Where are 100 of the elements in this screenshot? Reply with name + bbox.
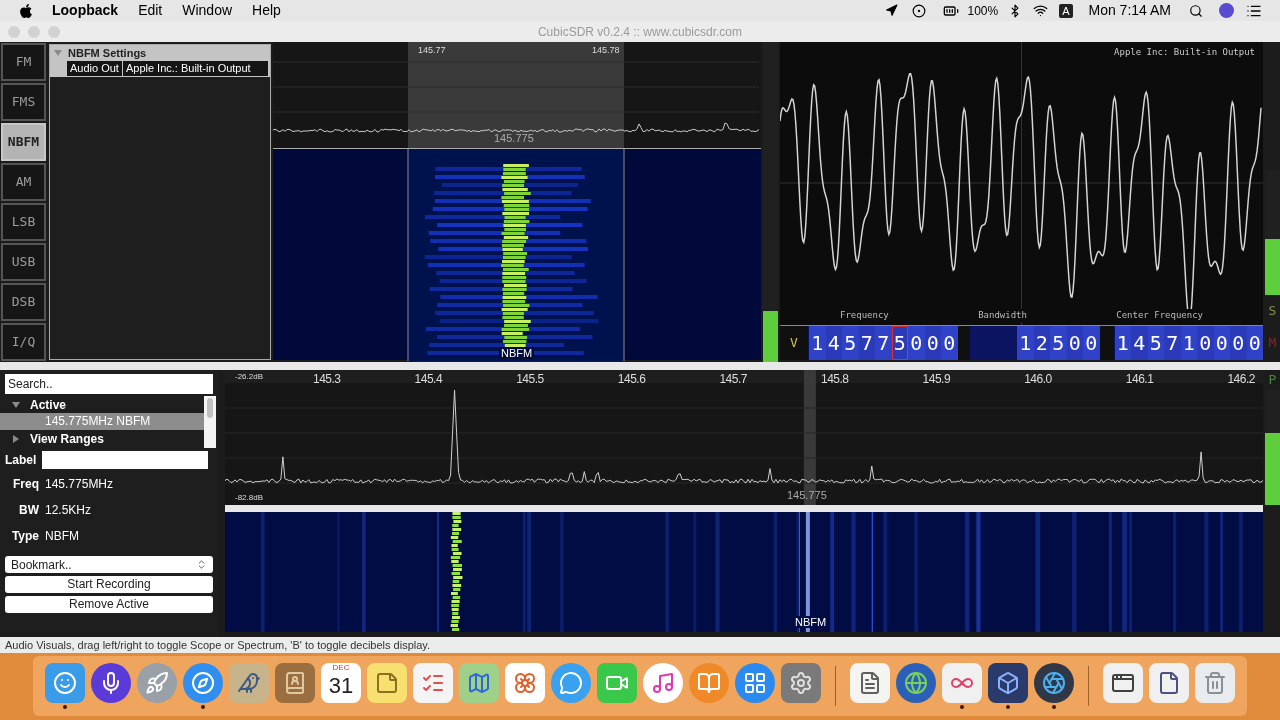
setting-label: Audio Out xyxy=(67,61,122,76)
frequency-tick-label: 145.4 xyxy=(414,371,443,388)
select-value: Bookmark.. xyxy=(11,556,72,574)
compass-icon[interactable] xyxy=(183,663,223,703)
tuner-digit[interactable]: 0 xyxy=(1197,326,1214,360)
mode-button[interactable]: LSB xyxy=(1,203,46,241)
smiley-face-icon[interactable] xyxy=(45,663,85,703)
mode-button[interactable]: FM xyxy=(1,43,46,81)
apple-icon[interactable] xyxy=(18,2,34,19)
microphone-icon[interactable] xyxy=(91,663,131,703)
window-title: CubicSDR v0.2.4 :: www.cubicsdr.com xyxy=(536,23,744,41)
disclosure-triangle-icon[interactable] xyxy=(12,434,20,443)
tuner-digit[interactable]: 0 xyxy=(941,326,958,360)
calendar-icon[interactable]: DEC 31 xyxy=(321,663,361,703)
main-waterfall[interactable]: NBFM xyxy=(225,512,1263,632)
frequency-tick-label: 145.7 xyxy=(719,371,747,388)
setting-value[interactable]: Apple Inc.: Built-in Output xyxy=(122,61,268,76)
tuner-digit[interactable]: 1 xyxy=(1017,326,1034,360)
menu-app-name[interactable]: Loopback xyxy=(52,0,119,21)
menu-item[interactable]: Window xyxy=(182,0,233,21)
input-source-badge[interactable]: A xyxy=(1059,3,1073,18)
mode-button[interactable]: DSB xyxy=(1,283,46,321)
bird-icon[interactable] xyxy=(229,663,269,703)
detail-value: NBFM xyxy=(45,527,79,545)
open-book-icon[interactable] xyxy=(689,663,729,703)
detail-value: 145.775MHz xyxy=(45,475,114,493)
sticky-note-icon[interactable] xyxy=(367,663,407,703)
tuner-digit[interactable]: 1 xyxy=(809,326,826,360)
colorful-orb-icon[interactable] xyxy=(1219,3,1234,18)
document-icon[interactable] xyxy=(850,663,890,703)
tuner-digit[interactable]: 7 xyxy=(1164,326,1181,360)
tuner-digit[interactable]: 0 xyxy=(908,326,925,360)
record-icon[interactable] xyxy=(912,3,927,18)
tuner-digit[interactable]: 5 xyxy=(842,326,859,360)
mode-button[interactable]: I/Q xyxy=(1,323,46,361)
cube-icon[interactable] xyxy=(988,663,1028,703)
speech-bubble-icon[interactable] xyxy=(551,663,591,703)
action-button[interactable]: Start Recording xyxy=(5,576,213,593)
music-note-icon[interactable] xyxy=(643,663,683,703)
tuner-digit[interactable]: 0 xyxy=(1230,326,1247,360)
frequency-tick-label: 145.5 xyxy=(516,371,544,388)
mode-button[interactable]: NBFM xyxy=(1,123,46,161)
frequency-tick-label: 146.0 xyxy=(1024,371,1052,388)
aperture-icon[interactable] xyxy=(1034,663,1074,703)
audio-scope[interactable]: Apple Inc: Built-in Output Frequency Bandwidth Center Frequency xyxy=(780,42,1263,325)
rings-icon[interactable] xyxy=(942,663,982,703)
tuner-digit[interactable]: 1 xyxy=(1114,326,1131,360)
settings-header[interactable]: NBFM Settings xyxy=(50,45,270,61)
calendar-day: 31 xyxy=(328,673,354,699)
tuner-digit[interactable]: 7 xyxy=(875,326,892,360)
trash-icon[interactable] xyxy=(1195,663,1235,703)
tuner-field-label: Bandwidth xyxy=(978,308,1027,322)
menu-item[interactable]: Edit xyxy=(138,0,163,21)
tuner-digit[interactable]: 5 xyxy=(1050,326,1067,360)
window-thumbnail-icon[interactable] xyxy=(1103,663,1143,703)
settings-icon[interactable] xyxy=(781,663,821,703)
label-input-field[interactable] xyxy=(42,451,208,469)
disclosure-triangle-icon[interactable] xyxy=(12,400,20,409)
grid-icon[interactable] xyxy=(735,663,775,703)
tuner-mode-label[interactable]: V xyxy=(780,326,808,360)
rocket-icon[interactable] xyxy=(137,663,177,703)
side-toggle-label[interactable]: S xyxy=(1265,295,1280,327)
frequency-tick-label: 145.77 xyxy=(418,44,446,57)
action-button[interactable]: Remove Active xyxy=(5,596,213,613)
demodulator-label: NBFM xyxy=(499,347,535,359)
tree-group-label[interactable]: View Ranges xyxy=(30,429,104,448)
mode-button[interactable]: AM xyxy=(1,163,46,201)
flower-icon[interactable] xyxy=(505,663,545,703)
globe-icon[interactable] xyxy=(896,663,936,703)
calendar-month: DEC xyxy=(332,663,350,673)
main-spectrum[interactable]: -26.2dB -82.8dB 145.3 145.4 145.5 145.6 145.7 145.8 145.9 146.0 146.1 146.2 145.775 xyxy=(225,370,1263,505)
detail-label: Type xyxy=(10,527,39,545)
tree-group-label[interactable]: Active xyxy=(30,395,67,414)
frequency-tick-label: 145.9 xyxy=(922,371,951,388)
menu-clock[interactable]: Mon 7:14 AM xyxy=(1088,0,1171,21)
search-icon[interactable] xyxy=(1189,3,1203,18)
db-min-label: -82.8dB xyxy=(235,492,264,504)
video-camera-icon[interactable] xyxy=(597,663,637,703)
address-book-icon[interactable] xyxy=(275,663,315,703)
wifi-icon[interactable] xyxy=(1032,3,1050,18)
scrollbar-thumb[interactable] xyxy=(207,398,213,418)
search-field[interactable]: Search.. xyxy=(5,374,213,394)
side-toggle-label[interactable]: P xyxy=(1265,370,1280,390)
checklist-icon[interactable] xyxy=(413,663,453,703)
tuner-digit[interactable]: 4 xyxy=(1131,326,1148,360)
frequency-tick-label: 145.6 xyxy=(617,371,646,388)
menu-item[interactable]: Help xyxy=(252,0,281,21)
map-icon[interactable] xyxy=(459,663,499,703)
bookmark-select[interactable]: Bookmark.. xyxy=(5,556,213,573)
db-max-label: -26.2dB xyxy=(235,371,264,383)
file-icon[interactable] xyxy=(1149,663,1189,703)
zoom-waterfall[interactable]: NBFM xyxy=(273,148,761,360)
frequency-tick-label: 146.2 xyxy=(1227,371,1255,388)
scrollbar-track[interactable] xyxy=(204,396,216,448)
mode-button[interactable]: USB xyxy=(1,243,46,281)
location-arrow-icon[interactable] xyxy=(885,4,899,17)
tuner-digit[interactable]: 0 xyxy=(1083,326,1100,360)
tuner-field-label: Frequency xyxy=(840,308,889,322)
zoom-spectrum[interactable]: 145.77 145.78 145.775 xyxy=(273,42,761,148)
mode-button[interactable]: FMS xyxy=(1,83,46,121)
